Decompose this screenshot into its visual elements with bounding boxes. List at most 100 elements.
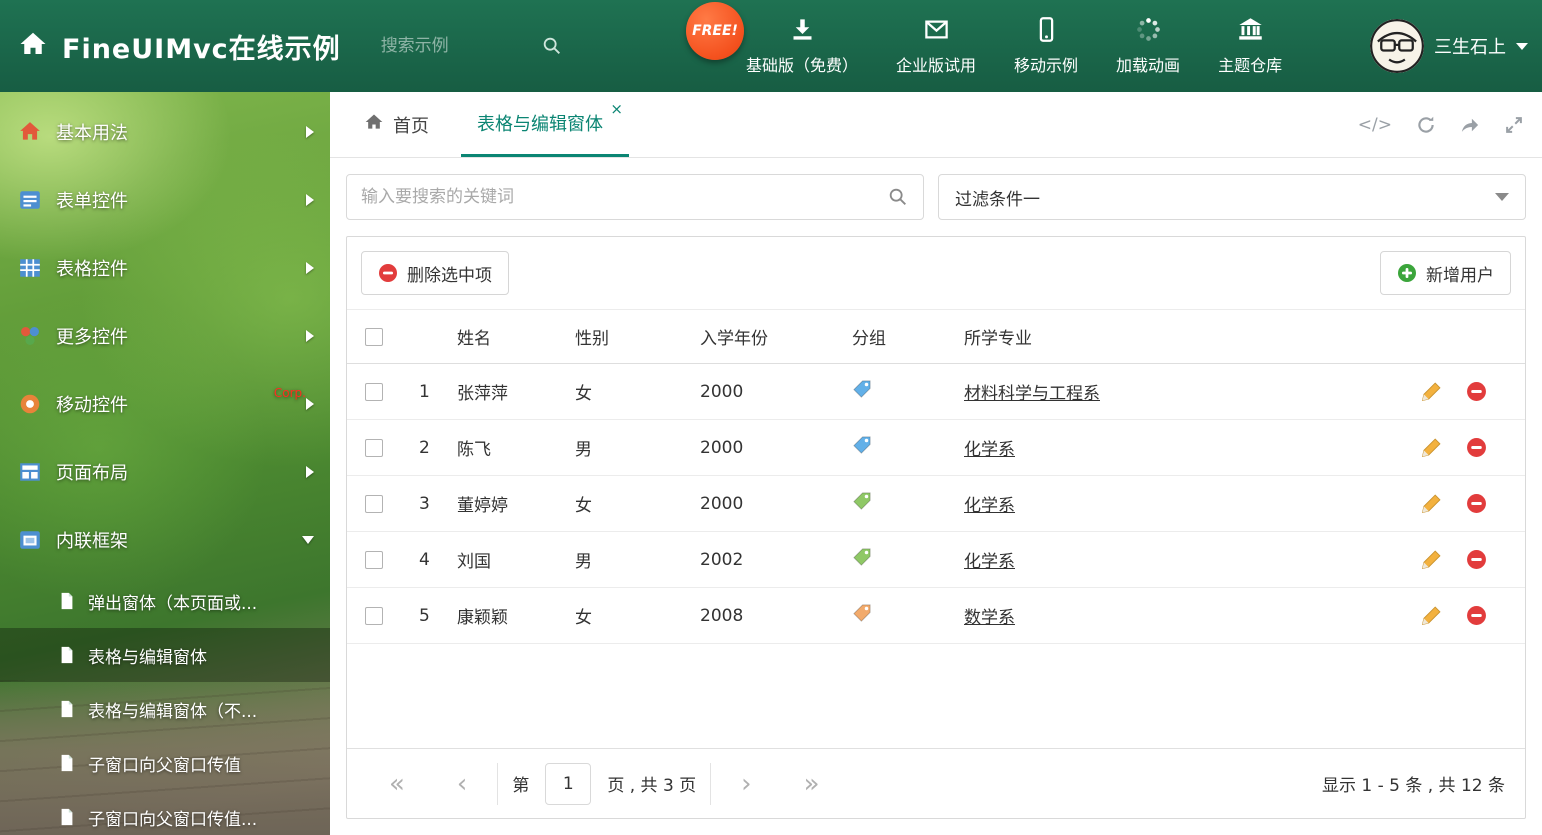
brand[interactable]: FineUIMvc在线示例: [18, 27, 341, 66]
first-page-icon[interactable]: «: [363, 771, 431, 797]
edit-pencil-icon[interactable]: [1421, 437, 1442, 458]
sidebar-subitem-child-to-parent[interactable]: 子窗口向父窗口传值: [0, 736, 330, 790]
row-gender: 女: [575, 475, 700, 532]
chevron-down-icon: [1495, 193, 1509, 201]
table-row: 3 董婷婷 女 2000 化学系: [347, 475, 1525, 532]
sidebar-subitem-popup-window[interactable]: 弹出窗体（本页面或...: [0, 574, 330, 628]
delete-row-icon[interactable]: [1466, 605, 1487, 626]
filter-dropdown[interactable]: 过滤条件一: [938, 174, 1526, 220]
bank-icon: [1237, 16, 1264, 47]
user-menu[interactable]: 三生石上: [1370, 0, 1528, 92]
keyword-search-input[interactable]: [361, 187, 887, 207]
layout-icon: [18, 460, 42, 484]
sidebar: 基本用法 表单控件 表格控件 更多控件 移动控件 Corp. 页面布局 内联框架…: [0, 92, 330, 835]
delete-row-icon[interactable]: [1466, 493, 1487, 514]
sidebar-item-mobile-controls[interactable]: 移动控件 Corp.: [0, 370, 330, 438]
more-controls-icon: [18, 324, 42, 348]
table-row: 1 张萍萍 女 2000 材料科学与工程系: [347, 363, 1525, 420]
select-all-checkbox[interactable]: [365, 327, 383, 346]
tag-icon: [852, 547, 872, 567]
chevron-right-icon: [306, 466, 314, 478]
major-link[interactable]: 材料科学与工程系: [964, 384, 1100, 404]
next-page-icon[interactable]: ›: [715, 771, 777, 797]
data-table: 姓名 性别 入学年份 分组 所学专业 1 张萍萍 女 2000 材料科学与工程系…: [347, 309, 1525, 644]
refresh-icon[interactable]: [1416, 115, 1436, 135]
nav-enterprise-trial[interactable]: 企业版试用: [892, 16, 980, 76]
top-header: FineUIMvc在线示例 FREE! 基础版（免费） 企业版试用: [0, 0, 1542, 92]
row-checkbox[interactable]: [365, 550, 383, 569]
tab-bar: 首页 表格与编辑窗体 × </>: [330, 92, 1542, 158]
major-link[interactable]: 数学系: [964, 608, 1015, 628]
record-summary: 显示 1 - 5 条 , 共 12 条: [1321, 776, 1505, 796]
app-title: FineUIMvc在线示例: [62, 33, 341, 65]
delete-row-icon[interactable]: [1466, 381, 1487, 402]
table-row: 2 陈飞 男 2000 化学系: [347, 419, 1525, 476]
major-link[interactable]: 化学系: [964, 552, 1015, 572]
sidebar-subitem-grid-edit-window-2[interactable]: 表格与编辑窗体（不...: [0, 682, 330, 736]
tab-tools: </>: [1358, 92, 1524, 158]
search-icon[interactable]: [887, 186, 909, 208]
expand-icon[interactable]: [1504, 115, 1524, 135]
filter-row: 过滤条件一: [346, 174, 1526, 220]
source-code-icon[interactable]: </>: [1358, 115, 1392, 135]
chevron-down-icon: [302, 536, 314, 544]
delete-row-icon[interactable]: [1466, 549, 1487, 570]
pagination-bar: « ‹ 第 页 , 共 3 页 › » 显示 1 - 5 条 , 共 12 条: [347, 748, 1525, 818]
add-user-button[interactable]: 新增用户: [1380, 251, 1511, 295]
sidebar-item-form-controls[interactable]: 表单控件: [0, 166, 330, 234]
row-checkbox[interactable]: [365, 606, 383, 625]
nav-mobile-demo[interactable]: 移动示例: [1010, 16, 1082, 76]
sidebar-item-basic-usage[interactable]: 基本用法: [0, 98, 330, 166]
header-search[interactable]: [380, 35, 581, 57]
nav-basic-version[interactable]: 基础版（免费）: [742, 16, 862, 76]
row-index: 3: [405, 475, 457, 532]
row-checkbox[interactable]: [365, 382, 383, 401]
tab-home[interactable]: 首页: [348, 92, 445, 157]
keyword-search[interactable]: [346, 174, 924, 220]
major-link[interactable]: 化学系: [964, 496, 1015, 516]
grid-toolbar: 删除选中项 新增用户: [347, 237, 1525, 309]
delete-selected-button[interactable]: 删除选中项: [361, 251, 509, 295]
tag-icon: [852, 435, 872, 455]
sidebar-subitem-child-to-parent-2[interactable]: 子窗口向父窗口传值...: [0, 790, 330, 835]
tag-icon: [852, 379, 872, 399]
sidebar-item-inline-frame[interactable]: 内联框架: [0, 506, 330, 574]
edit-pencil-icon[interactable]: [1421, 493, 1442, 514]
col-group: 分组: [852, 309, 964, 364]
row-name: 董婷婷: [457, 475, 575, 532]
header-search-input[interactable]: [380, 36, 541, 56]
major-link[interactable]: 化学系: [964, 440, 1015, 460]
divider: [710, 762, 712, 805]
prev-page-icon[interactable]: ‹: [431, 771, 493, 797]
sidebar-item-grid-controls[interactable]: 表格控件: [0, 234, 330, 302]
nav-theme-repo[interactable]: 主题仓库: [1214, 16, 1286, 76]
share-icon[interactable]: [1460, 115, 1480, 135]
delete-row-icon[interactable]: [1466, 437, 1487, 458]
chevron-right-icon: [306, 262, 314, 274]
col-name: 姓名: [457, 309, 575, 364]
row-index: 4: [405, 531, 457, 588]
filter-dropdown-value: 过滤条件一: [955, 189, 1040, 210]
search-icon[interactable]: [541, 35, 563, 57]
form-icon: [18, 188, 42, 212]
sidebar-item-more-controls[interactable]: 更多控件: [0, 302, 330, 370]
edit-pencil-icon[interactable]: [1421, 381, 1442, 402]
row-year: 2000: [700, 419, 852, 476]
user-name: 三生石上: [1434, 37, 1506, 58]
row-checkbox[interactable]: [365, 438, 383, 457]
tab-grid-edit-window[interactable]: 表格与编辑窗体 ×: [461, 92, 629, 157]
table-body: 1 张萍萍 女 2000 材料科学与工程系 2 陈飞 男 2000 化学系 3 …: [347, 363, 1525, 644]
page-number-input[interactable]: [545, 762, 592, 805]
row-name: 陈飞: [457, 419, 575, 476]
close-icon[interactable]: ×: [610, 102, 623, 117]
row-gender: 男: [575, 531, 700, 588]
sidebar-item-page-layout[interactable]: 页面布局: [0, 438, 330, 506]
header-nav: 基础版（免费） 企业版试用 移动示例 加载动画 主题仓库: [742, 0, 1286, 92]
edit-pencil-icon[interactable]: [1421, 605, 1442, 626]
sidebar-subitem-grid-edit-window[interactable]: 表格与编辑窗体: [0, 628, 330, 682]
nav-loading-animation[interactable]: 加载动画: [1112, 16, 1184, 76]
row-checkbox[interactable]: [365, 494, 383, 513]
table-row: 5 康颖颖 女 2008 数学系: [347, 587, 1525, 644]
edit-pencil-icon[interactable]: [1421, 549, 1442, 570]
last-page-icon[interactable]: »: [778, 771, 846, 797]
